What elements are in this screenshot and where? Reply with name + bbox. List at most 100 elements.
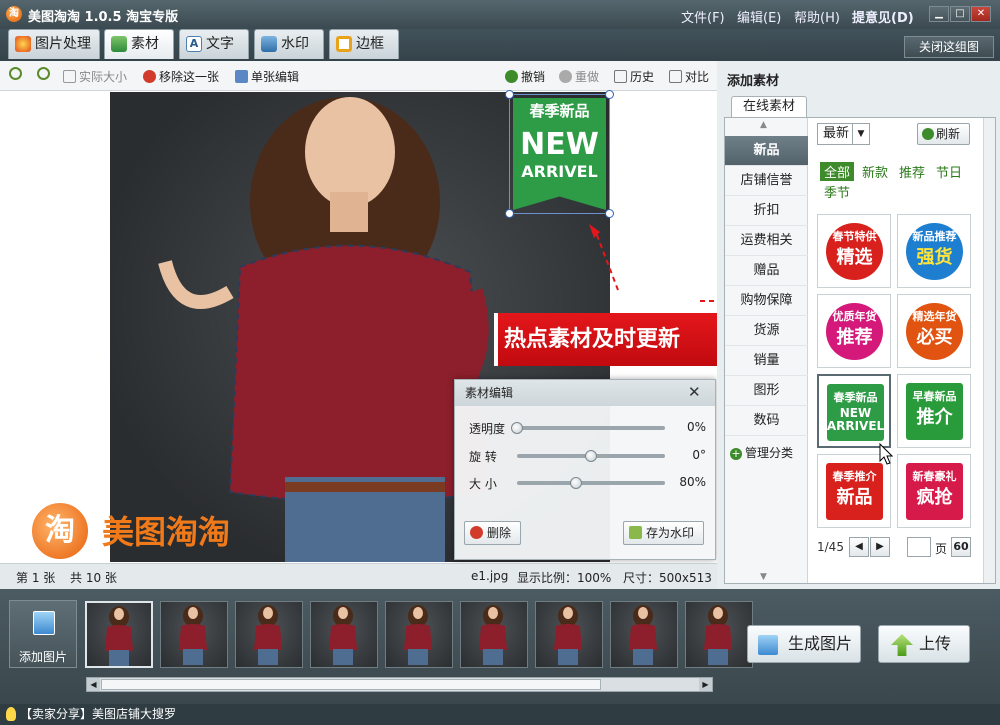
single-edit-button[interactable]: 单张编辑 [235,68,299,85]
filter-season[interactable]: 季节 [824,182,850,201]
undo-button[interactable]: 撤销 [505,68,545,85]
next-page-icon[interactable]: ▶ [870,537,890,557]
selected-sticker[interactable]: 春季新品 NEW ARRIVEL [509,94,610,214]
generate-image-button[interactable]: 生成图片 [747,625,861,663]
rotate-slider-knob[interactable] [585,450,597,462]
frame-icon [336,36,352,52]
rotate-value: 0° [692,448,706,462]
filter-recommend[interactable]: 推荐 [899,162,925,181]
size-slider[interactable] [517,481,665,485]
add-image-button[interactable]: 添加图片 [9,600,77,668]
category-item[interactable]: 数码 [725,406,808,436]
history-button[interactable]: 历史 [614,68,654,85]
prev-page-icon[interactable]: ◀ [849,537,869,557]
zoom-out-icon[interactable] [37,67,53,81]
close-window-button[interactable]: ✕ [971,6,991,22]
sticker-top-text: 春节特供 [832,230,877,243]
category-item[interactable]: 货源 [725,316,808,346]
watermark-logo-icon: 淘 [29,500,91,562]
zoom-in-icon[interactable] [9,67,25,81]
sticker-top-text: 新春豪礼 [912,470,957,483]
menu-help[interactable]: 帮助(H) [794,7,840,26]
sticker-item[interactable]: 新品推荐 强货 [897,214,971,288]
category-item[interactable]: 图形 [725,376,808,406]
go-page-button[interactable]: 60 [951,537,971,557]
actual-size-button[interactable]: 实际大小 [63,68,127,85]
sticker-item[interactable]: 春季推介 新品 [817,454,891,528]
footer-tip-link[interactable]: 【卖家分享】美图店铺大搜罗 [20,704,176,725]
thumbnail-item[interactable] [685,601,753,668]
filter-new-style[interactable]: 新款 [862,162,888,181]
cursor-icon [879,443,893,465]
tab-material[interactable]: 素材 [104,29,174,59]
category-item[interactable]: 赠品 [725,256,808,286]
thumbnail-item[interactable] [535,601,603,668]
sticker-item[interactable]: 早春新品 推介 [897,374,971,448]
add-image-icon [33,611,55,635]
thumbnail-item[interactable] [235,601,303,668]
tab-text[interactable]: A 文字 [179,29,249,59]
tab-online-material[interactable]: 在线素材 [731,96,807,118]
maximize-button[interactable]: □ [950,6,970,22]
dialog-close-icon[interactable]: ✕ [688,383,701,401]
category-scroll-up-icon[interactable]: ▲ [760,120,767,130]
manage-categories-button[interactable]: + 管理分类 [730,444,793,461]
sticker-item[interactable]: 精选年货 必买 [897,294,971,368]
redo-button[interactable]: 重做 [559,68,599,85]
resize-handle-bl[interactable] [505,209,514,218]
tab-image-process[interactable]: 图片处理 [8,29,100,59]
scroll-thumb[interactable] [101,679,601,690]
sticker-main-text: 强货 [916,247,953,268]
sticker-item[interactable]: 春节特供 精选 [817,214,891,288]
compare-icon [669,70,682,83]
category-item[interactable]: 销量 [725,346,808,376]
remove-icon [143,70,156,83]
sticker-item[interactable]: 新春豪礼 疯抢 [897,454,971,528]
category-item[interactable]: 新品 [725,136,808,166]
size-label: 大 小 [469,477,497,491]
menu-edit[interactable]: 编辑(E) [737,7,781,26]
scroll-right-icon[interactable]: ▶ [699,678,712,691]
menu-file[interactable]: 文件(F) [681,7,725,26]
thumbnail-item[interactable] [85,601,153,668]
scroll-left-icon[interactable]: ◀ [87,678,100,691]
thumbnail-item[interactable] [160,601,228,668]
thumbnail-item[interactable] [385,601,453,668]
resize-handle-br[interactable] [605,209,614,218]
delete-button[interactable]: 删除 [464,521,521,545]
opacity-slider-knob[interactable] [511,422,523,434]
page-input[interactable] [907,537,931,557]
category-item[interactable]: 运费相关 [725,226,808,256]
category-item[interactable]: 店铺信誉 [725,166,808,196]
sort-select[interactable]: 最新 ▼ [817,123,870,145]
compare-button[interactable]: 对比 [669,68,709,85]
category-scroll-down-icon[interactable]: ▼ [760,572,767,582]
sticker-item[interactable]: 优质年货 推荐 [817,294,891,368]
refresh-button[interactable]: 刷新 [917,123,970,145]
add-image-label: 添加图片 [18,650,67,664]
filmstrip-scrollbar[interactable]: ◀ ▶ [86,677,713,692]
close-group-button[interactable]: 关闭这组图 [904,36,994,58]
resize-handle-tr[interactable] [605,90,614,99]
tab-border[interactable]: 边框 [329,29,399,59]
resize-handle-tl[interactable] [505,90,514,99]
sticker-scrollbar[interactable] [983,118,995,583]
material-icon [111,36,127,52]
category-item[interactable]: 购物保障 [725,286,808,316]
upload-button[interactable]: 上传 [878,625,970,663]
sticker-item[interactable]: 春季新品 NEW ARRIVEL [817,374,891,448]
thumbnail-item[interactable] [610,601,678,668]
minimize-button[interactable]: ▁ [929,6,949,22]
status-zoom: 显示比例：100% [517,571,612,585]
opacity-slider[interactable] [517,426,665,430]
filter-holiday[interactable]: 节日 [936,162,962,181]
thumbnail-item[interactable] [460,601,528,668]
filter-all[interactable]: 全部 [820,162,855,181]
category-item[interactable]: 折扣 [725,196,808,226]
tab-watermark[interactable]: 水印 [254,29,324,59]
remove-this-button[interactable]: 移除这一张 [143,68,219,85]
thumbnail-item[interactable] [310,601,378,668]
history-icon [614,70,627,83]
menu-feedback[interactable]: 提意见(D) [852,7,914,26]
save-watermark-button[interactable]: 存为水印 [623,521,704,545]
